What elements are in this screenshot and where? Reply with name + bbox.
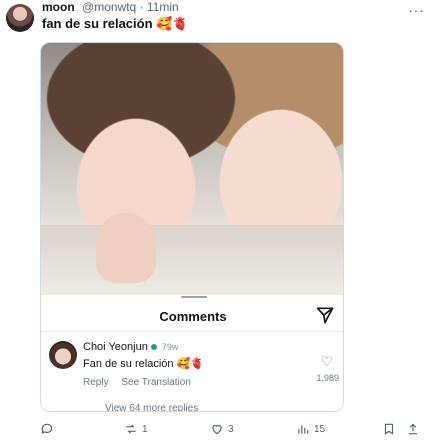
repost-count: 1 (142, 423, 148, 435)
bookmark-action[interactable] (382, 422, 396, 436)
comment-author[interactable]: Choi Yeonjun (83, 341, 148, 353)
heart-icon[interactable]: ♡ (320, 353, 333, 370)
photo[interactable] (41, 43, 343, 295)
more-icon[interactable]: ··· (408, 2, 425, 18)
send-icon[interactable] (315, 305, 335, 325)
user-avatar[interactable] (6, 4, 34, 32)
like-action[interactable]: 3 (210, 422, 234, 436)
post-media[interactable]: Comments Choi Yeonjun 79w Fan de su rela… (40, 42, 344, 412)
handle-and-time: @monwtq · 11min (82, 0, 179, 14)
view-more-replies[interactable]: View 64 more replies (105, 403, 198, 411)
reply-button[interactable]: Reply (83, 377, 109, 388)
verified-dot (150, 344, 157, 351)
comments-title: Comments (159, 309, 227, 324)
like-icon (212, 425, 222, 435)
display-name[interactable]: moon (42, 0, 75, 14)
reply-action[interactable] (40, 422, 58, 436)
reply-icon (41, 423, 53, 435)
like-count: 3 (228, 423, 234, 435)
comments-sheet: Comments Choi Yeonjun 79w Fan de su rela… (41, 295, 343, 411)
views-count: 15 (314, 423, 326, 435)
photo-hand (96, 213, 156, 283)
views-action[interactable]: 15 (296, 422, 325, 436)
repost-action[interactable]: 1 (124, 422, 148, 436)
post-header: moon @monwtq · 11min (42, 0, 179, 16)
see-translation-button[interactable]: See Translation (121, 377, 191, 388)
post-actions-bar: 1 3 15 (0, 420, 437, 442)
bookmark-icon (384, 423, 394, 435)
share-action[interactable] (406, 422, 420, 436)
repost-icon (126, 424, 136, 434)
sheet-drag-handle[interactable] (181, 296, 207, 298)
share-icon (408, 423, 418, 435)
photo-jacket (41, 225, 343, 295)
views-icon (298, 425, 309, 434)
comment-header: Choi Yeonjun 79w (83, 341, 178, 353)
sheet-divider (41, 331, 343, 332)
comment-actions: Reply See Translation (83, 377, 201, 388)
comment-like-count: 1,989 (316, 373, 339, 383)
comment-avatar[interactable] (49, 341, 77, 369)
comment-text: Fan de su relación 🥰🫀 (83, 358, 204, 370)
post-text: fan de su relación 🥰🫀 (42, 16, 189, 31)
comment-time: 79w (161, 342, 179, 352)
